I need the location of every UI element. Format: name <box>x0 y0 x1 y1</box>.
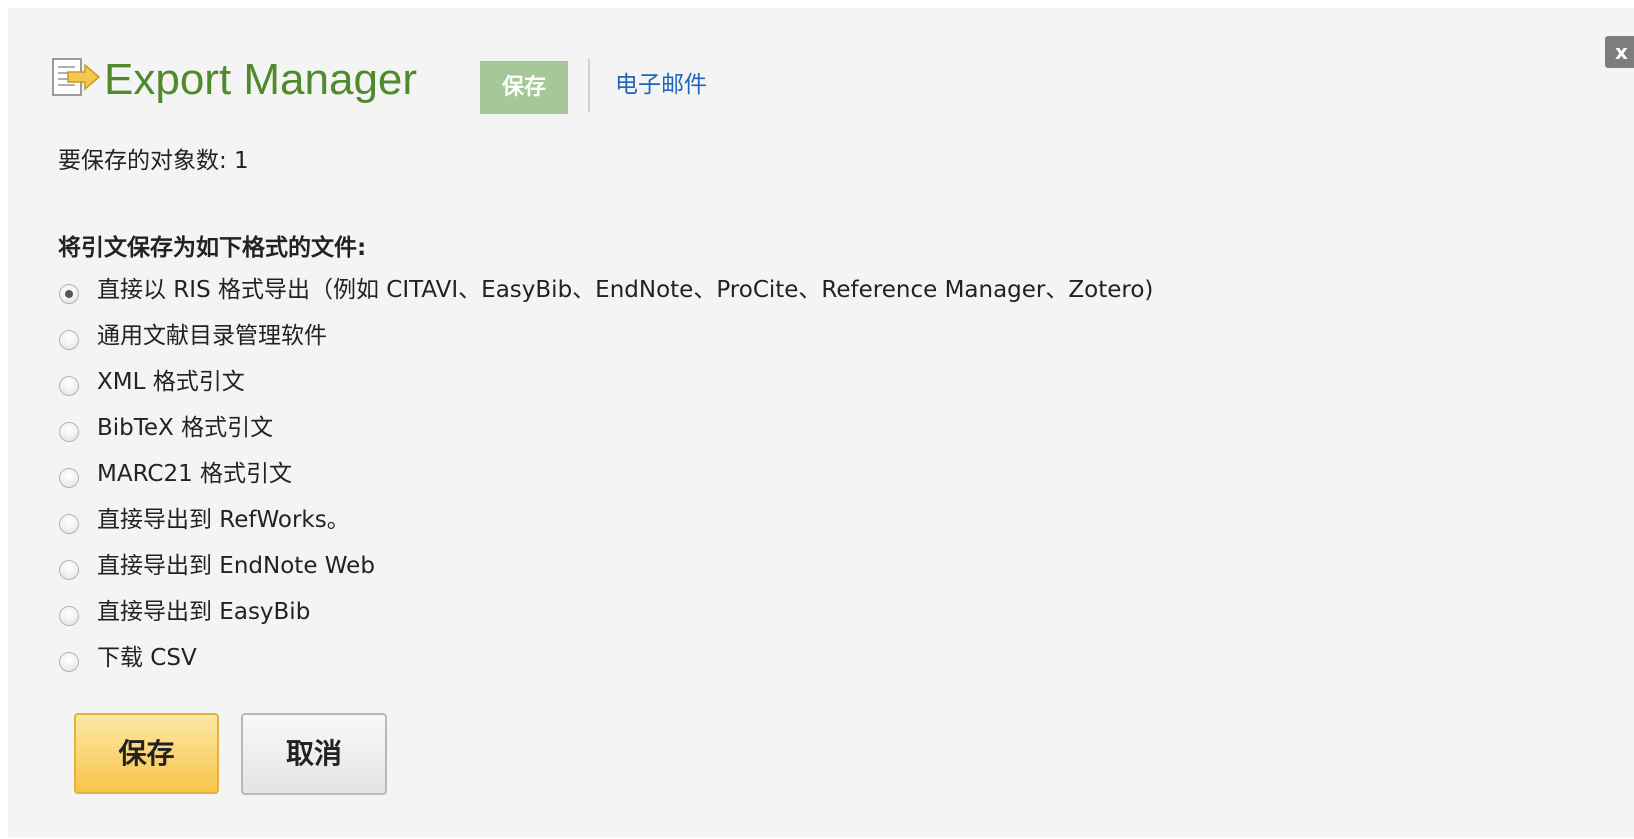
radio-button[interactable] <box>59 330 79 350</box>
format-option-label: 直接导出到 RefWorks。 <box>97 507 350 533</box>
tab-email[interactable]: 电子邮件 <box>615 68 707 102</box>
radio-button[interactable] <box>59 422 79 442</box>
format-option-endnote-web[interactable]: 直接导出到 EndNote Web <box>58 548 1458 594</box>
format-options: 直接以 RIS 格式导出（例如 CITAVI、EasyBib、EndNote、P… <box>58 272 1458 686</box>
format-option-ris[interactable]: 直接以 RIS 格式导出（例如 CITAVI、EasyBib、EndNote、P… <box>58 272 1458 318</box>
dialog-title: Export Manager <box>104 55 418 104</box>
radio-button[interactable] <box>59 652 79 672</box>
format-option-label: 直接以 RIS 格式导出（例如 CITAVI、EasyBib、EndNote、P… <box>97 277 1154 303</box>
cancel-button[interactable]: 取消 <box>241 713 387 795</box>
format-option-xml[interactable]: XML 格式引文 <box>58 364 1458 410</box>
radio-button[interactable] <box>59 606 79 626</box>
format-option-easybib[interactable]: 直接导出到 EasyBib <box>58 594 1458 640</box>
format-heading: 将引文保存为如下格式的文件: <box>58 235 367 261</box>
close-button[interactable]: x <box>1605 36 1634 68</box>
export-manager-dialog: x Export Manager 保存 电子邮件 要保存的对象数: 1 将引文保… <box>8 8 1634 837</box>
format-option-label: 直接导出到 EndNote Web <box>97 553 375 579</box>
document-export-icon <box>52 58 101 96</box>
format-option-label: 直接导出到 EasyBib <box>97 599 311 625</box>
tab-divider <box>588 59 590 112</box>
radio-button[interactable] <box>59 514 79 534</box>
format-option-label: 通用文献目录管理软件 <box>97 323 327 349</box>
format-option-marc21[interactable]: MARC21 格式引文 <box>58 456 1458 502</box>
format-option-label: XML 格式引文 <box>97 369 245 395</box>
object-count: 要保存的对象数: 1 <box>58 148 249 174</box>
save-button[interactable]: 保存 <box>74 713 219 794</box>
radio-button[interactable] <box>59 376 79 396</box>
format-option-label: MARC21 格式引文 <box>97 461 293 487</box>
format-option-bibtex[interactable]: BibTeX 格式引文 <box>58 410 1458 456</box>
format-option-label: BibTeX 格式引文 <box>97 415 274 441</box>
radio-button[interactable] <box>59 468 79 488</box>
format-option-refworks[interactable]: 直接导出到 RefWorks。 <box>58 502 1458 548</box>
radio-button[interactable] <box>59 284 79 304</box>
close-icon: x <box>1615 40 1628 64</box>
radio-button[interactable] <box>59 560 79 580</box>
tab-save[interactable]: 保存 <box>480 61 568 114</box>
format-option-csv[interactable]: 下载 CSV <box>58 640 1458 686</box>
format-option-generic[interactable]: 通用文献目录管理软件 <box>58 318 1458 364</box>
format-option-label: 下载 CSV <box>97 645 197 671</box>
